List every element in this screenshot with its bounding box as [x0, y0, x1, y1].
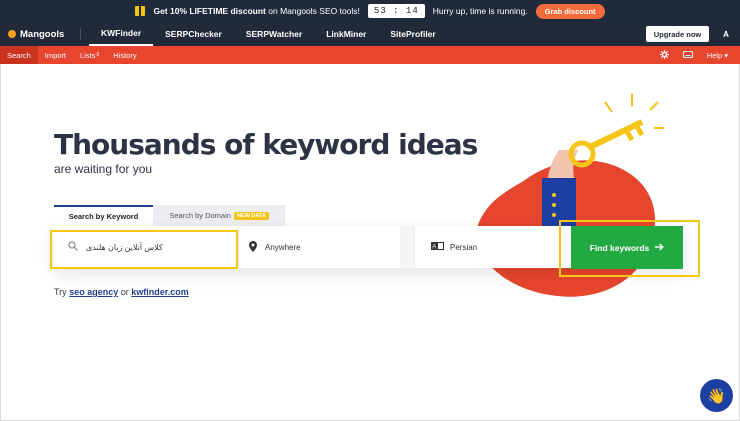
language-value: Persian	[450, 242, 478, 252]
page-subtitle: are waiting for you	[54, 162, 153, 176]
location-pin-icon	[249, 240, 257, 254]
try-prefix: Try	[54, 287, 67, 297]
settings-icon[interactable]	[659, 49, 669, 61]
promo-text: Get 10% LIFETIME discount on Mangools SE…	[153, 6, 360, 16]
svg-text:A: A	[432, 244, 436, 250]
chevron-down-icon: ▾	[724, 50, 728, 60]
subnav-item-search[interactable]: Search	[0, 46, 38, 64]
gift-icon	[135, 6, 146, 16]
chat-widget-button[interactable]: 👋	[700, 379, 733, 412]
nav-item-linkminer[interactable]: LinkMiner	[314, 22, 378, 46]
subnav-item-history[interactable]: History	[106, 46, 143, 64]
waving-hand-icon: 👋	[707, 387, 726, 405]
location-select[interactable]: Anywhere	[238, 226, 400, 268]
subnav-lists-label: Lists	[80, 50, 96, 60]
nav-item-serpwatcher[interactable]: SERPWatcher	[234, 22, 314, 46]
help-menu[interactable]: Help ▾	[707, 51, 728, 60]
key-icon	[568, 94, 664, 168]
try-link-seo-agency[interactable]: seo agency	[69, 287, 118, 297]
subnav-item-import[interactable]: Import	[38, 46, 73, 64]
new-data-badge: NEW DATA	[233, 211, 269, 220]
nav-item-serpchecker[interactable]: SERPChecker	[153, 22, 234, 46]
keyword-highlight-box	[50, 230, 238, 269]
upgrade-button[interactable]: Upgrade now	[646, 26, 709, 42]
try-or: or	[120, 287, 129, 297]
tab-search-by-domain[interactable]: Search by Domain NEW DATA	[153, 205, 285, 226]
nav-divider	[80, 28, 81, 40]
page-title: Thousands of keyword ideas	[54, 128, 478, 161]
location-value: Anywhere	[265, 242, 301, 252]
keyboard-icon[interactable]	[682, 50, 693, 60]
tab-domain-label: Search by Domain	[169, 211, 231, 220]
avatar[interactable]: A	[718, 26, 734, 42]
button-highlight-box	[559, 220, 700, 277]
subnav-item-lists[interactable]: Lists 0	[73, 46, 106, 64]
help-label: Help	[706, 50, 723, 60]
hurry-text: Hurry up, time is running.	[432, 6, 528, 16]
grab-discount-button[interactable]: Grab discount	[535, 3, 605, 19]
promo-bar: Get 10% LIFETIME discount on Mangools SE…	[0, 0, 740, 22]
mangools-logo[interactable]: Mangools	[0, 29, 80, 40]
tab-search-by-keyword[interactable]: Search by Keyword	[54, 205, 153, 226]
lists-count-badge: 0	[96, 52, 100, 58]
translate-icon: A	[431, 242, 444, 252]
mangools-logo-icon	[8, 30, 16, 38]
sub-nav: Search Import Lists 0 History Help ▾	[0, 46, 740, 64]
frame-left-border	[0, 64, 1, 421]
tab-keyword-label: Search by Keyword	[68, 212, 139, 221]
try-link-kwfinder[interactable]: kwfinder.com	[131, 287, 189, 297]
field-gap	[400, 226, 414, 268]
nav-item-siteprofiler[interactable]: SiteProfiler	[378, 22, 447, 46]
try-suggestions: Try seo agency or kwfinder.com	[54, 287, 189, 297]
main-nav: Mangools KWFinder SERPChecker SERPWatche…	[0, 22, 740, 46]
countdown-timer: 53 : 14	[367, 4, 425, 18]
nav-item-kwfinder[interactable]: KWFinder	[89, 22, 154, 46]
brand-name: Mangools	[20, 28, 65, 40]
